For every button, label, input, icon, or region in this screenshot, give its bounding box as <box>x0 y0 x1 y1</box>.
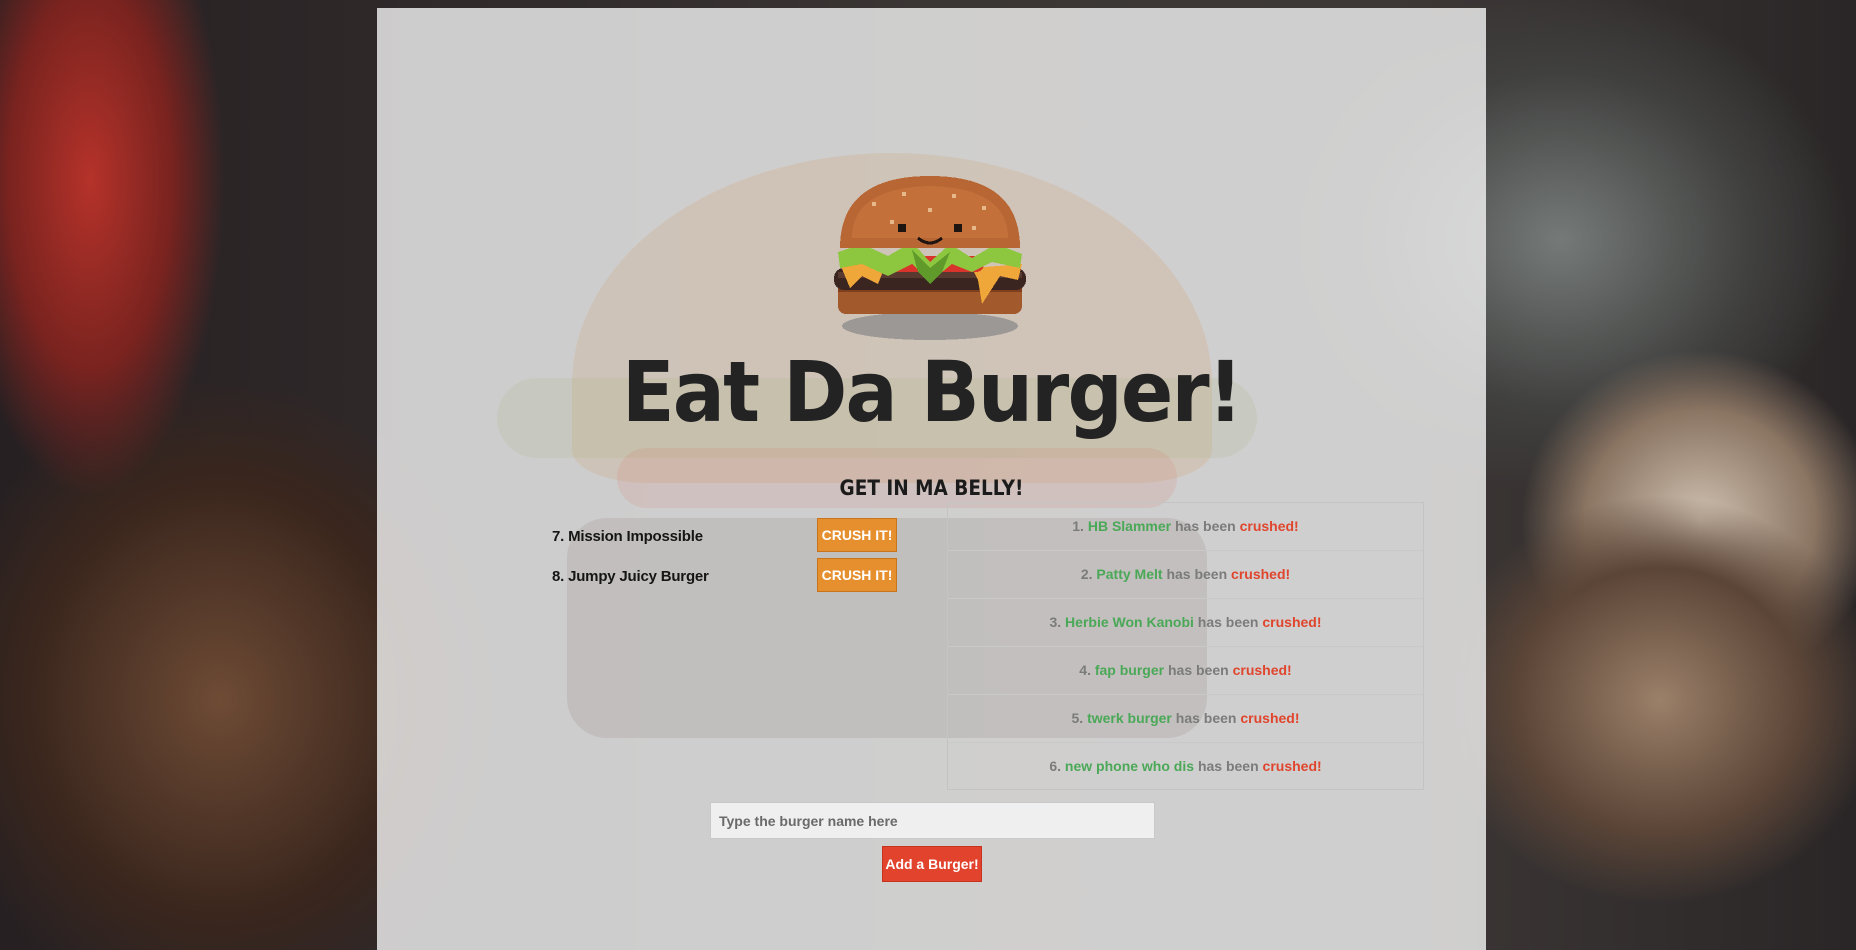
has-been-text: has been <box>1175 710 1237 726</box>
main-panel: Eat Da Burger! GET IN MA BELLY! 7. Missi… <box>377 8 1486 950</box>
crushed-text: crushed! <box>1232 662 1292 678</box>
list-item: 7. Mission Impossible CRUSH IT! <box>552 518 902 558</box>
crushed-text: crushed! <box>1239 518 1299 534</box>
burger-name: 7. Mission Impossible <box>552 528 703 545</box>
has-been-text: has been <box>1175 518 1236 534</box>
item-number: 1. <box>1072 518 1084 534</box>
crush-button[interactable]: CRUSH IT! <box>817 518 897 552</box>
list-item: 1. HB Slammer has been crushed! <box>948 503 1423 551</box>
has-been-text: has been <box>1197 614 1259 630</box>
burger-queue: 7. Mission Impossible CRUSH IT! 8. Jumpy… <box>552 518 902 598</box>
burger-name: Herbie Won Kanobi <box>1065 614 1194 630</box>
page-title: Eat Da Burger! <box>621 343 1243 441</box>
burger-name: fap burger <box>1094 662 1165 678</box>
crushed-text: crushed! <box>1240 710 1300 726</box>
has-been-text: has been <box>1166 566 1228 582</box>
burger-name: 8. Jumpy Juicy Burger <box>552 568 709 585</box>
item-number: 4. <box>1079 662 1091 678</box>
burger-name: new phone who dis <box>1064 758 1195 774</box>
list-item: 5. twerk burger has been crushed! <box>948 695 1423 743</box>
has-been-text: has been <box>1197 758 1259 774</box>
item-number: 3. <box>1049 614 1062 630</box>
list-item: 4. fap burger has been crushed! <box>948 647 1423 695</box>
page-subtitle: GET IN MA BELLY! <box>839 476 1024 500</box>
list-item: 6. new phone who dis has been crushed! <box>948 743 1423 789</box>
crushed-text: crushed! <box>1231 566 1291 582</box>
list-item: 8. Jumpy Juicy Burger CRUSH IT! <box>552 558 902 598</box>
burger-name: Patty Melt <box>1096 566 1163 582</box>
item-number: 6. <box>1049 758 1062 774</box>
crushed-text: crushed! <box>1262 758 1322 774</box>
burger-name: HB Slammer <box>1087 518 1172 534</box>
crush-button[interactable]: CRUSH IT! <box>817 558 897 592</box>
list-item: 2. Patty Melt has been crushed! <box>948 551 1423 599</box>
list-item: 3. Herbie Won Kanobi has been crushed! <box>948 599 1423 647</box>
pixel-burger-icon <box>834 176 1026 340</box>
item-number: 2. <box>1080 566 1093 582</box>
crushed-text: crushed! <box>1262 614 1322 630</box>
has-been-text: has been <box>1167 662 1229 678</box>
item-number: 5. <box>1071 710 1084 726</box>
burger-name-input[interactable] <box>710 802 1155 839</box>
burger-name: twerk burger <box>1087 710 1172 726</box>
add-burger-button[interactable]: Add a Burger! <box>882 846 982 882</box>
devoured-list: 1. HB Slammer has been crushed! 2. Patty… <box>947 502 1424 790</box>
